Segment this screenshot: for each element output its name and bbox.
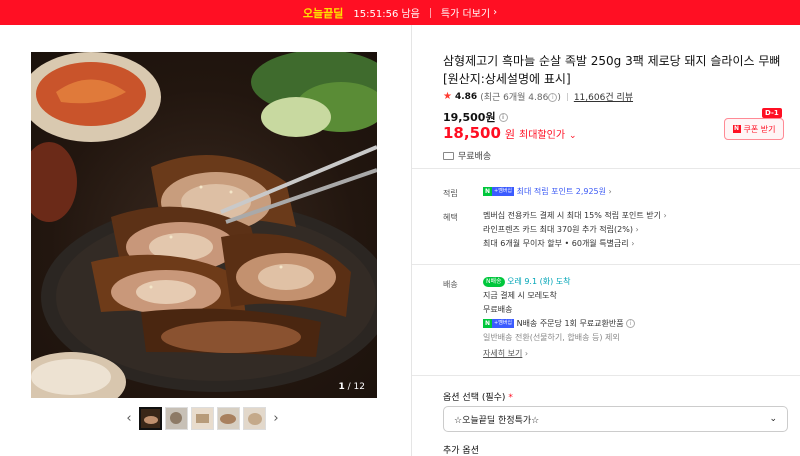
delivery-label: 배송: [443, 280, 458, 289]
info-icon[interactable]: i: [498, 112, 508, 122]
truck-icon: [443, 151, 454, 160]
sale-price-unit: 원: [504, 128, 516, 141]
deal-label: 오늘끝딜: [302, 6, 344, 20]
rating-score: 4.86: [454, 91, 478, 102]
option-select[interactable]: ☆오늘끝딜 한정특가☆ ⌄: [443, 406, 788, 432]
coupon-dday-tag: D-1: [762, 108, 782, 118]
option-select-label: 옵션 선택 (필수) *: [443, 390, 513, 403]
thumbnail-4[interactable]: [217, 407, 240, 430]
chevron-right-icon: ›: [635, 225, 639, 234]
product-title: 삼형제고기 흑마늘 순살 족발 250g 3팩 제로당 돼지 슬라이스 무뼈 […: [443, 54, 781, 86]
rating-divider: [566, 92, 568, 101]
jokbal-photo: [31, 52, 377, 398]
naver-membership-badge: N +멤버십: [483, 187, 515, 196]
info-icon[interactable]: i: [626, 319, 636, 328]
n-delivery-badge: N배송: [483, 276, 505, 287]
benefit-text: 최대 6개월 무이자 할부 • 60개월 특별금리: [483, 239, 629, 248]
page-total: / 12: [347, 382, 365, 392]
chevron-left-icon[interactable]: ‹: [122, 409, 136, 429]
thumbnail-2[interactable]: [165, 407, 188, 430]
benefit-item[interactable]: 최대 6개월 무이자 할부 • 60개월 특별금리 ›: [483, 237, 667, 251]
original-price-value: 19,500원: [443, 111, 496, 124]
rating-recent-text: (최근 6개월 4.86: [480, 93, 549, 103]
rating-row: ★ 4.86 (최근 6개월 4.86 i) 11,606건 리뷰: [443, 90, 633, 103]
rating-recent: (최근 6개월 4.86 i): [480, 90, 561, 103]
chevron-right-icon: ›: [663, 211, 667, 220]
additional-options-label: 추가 옵션: [443, 446, 479, 456]
top-deal-banner[interactable]: 오늘끝딜 15:51:56 남음 특가 더보기 ›: [0, 0, 800, 25]
coupon-button[interactable]: N 쿠폰 받기: [724, 118, 784, 140]
naver-n-icon: N: [483, 319, 493, 328]
thumbnail-3[interactable]: [191, 407, 214, 430]
free-return-text: N배송 주문당 1회 무료교환반품: [516, 319, 624, 328]
chevron-right-icon: ›: [524, 349, 529, 358]
delivery-more-row: 자세히 보기 ›: [483, 347, 635, 361]
thumbnail-1[interactable]: [139, 407, 162, 430]
reviews-link[interactable]: 11,606건 리뷰: [574, 90, 633, 103]
more-deals-link[interactable]: 특가 더보기 ›: [441, 5, 497, 20]
points-label: 적립: [443, 189, 458, 198]
arrival-date: 오레 9.1 (화) 도착: [507, 277, 571, 286]
benefit-text: 라인프렌즈 카드 최대 370원 추가 적립(2%): [483, 225, 633, 234]
required-mark: *: [508, 393, 513, 403]
benefit-item[interactable]: 멤버십 전용카드 결제 시 최대 15% 적립 포인트 받기 ›: [483, 209, 667, 223]
chevron-right-icon: ›: [631, 239, 635, 248]
rating-recent-close: ): [557, 93, 561, 103]
chevron-down-icon: ⌄: [769, 414, 777, 424]
page-current: 1: [338, 382, 345, 392]
deal-timer: 15:51:56 남음: [353, 9, 420, 20]
delivery-line: 무료배송: [483, 305, 513, 314]
free-return-row: N +멤버십 N배송 주문당 1회 무료교환반품 i: [483, 317, 636, 331]
chevron-right-icon[interactable]: ›: [269, 409, 283, 429]
thumbnail-strip: ‹ ›: [122, 407, 283, 430]
delivery-content: N배송 오레 9.1 (화) 도착 지금 결제 시 모레도착 무료배송 N +멤버…: [483, 275, 636, 361]
chevron-right-icon: ›: [493, 7, 498, 18]
original-price: 19,500원 i: [443, 109, 508, 125]
image-page-indicator: 1 / 12: [339, 382, 366, 392]
shipping-row: 무료배송: [443, 149, 491, 162]
thumbnail-5[interactable]: [243, 407, 266, 430]
info-icon[interactable]: i: [548, 93, 558, 102]
banner-divider: [429, 7, 431, 18]
membership-plus-badge: +멤버십: [492, 319, 515, 328]
delivery-line: 지금 결제 시 모레도착: [483, 291, 557, 300]
section-divider: [412, 168, 800, 169]
sale-price-row[interactable]: 18,500 원 최대할인가 ⌄: [443, 124, 577, 142]
benefits-list: 멤버십 전용카드 결제 시 최대 15% 적립 포인트 받기 › 라인프렌즈 카…: [483, 209, 667, 251]
section-divider: [412, 375, 800, 376]
section-divider: [412, 264, 800, 265]
more-deals-label: 특가 더보기: [440, 9, 491, 20]
benefit-text: 멤버십 전용카드 결제 시 최대 15% 적립 포인트 받기: [483, 211, 661, 220]
points-content[interactable]: N +멤버십 최대 적립 포인트 2,925원 ›: [483, 185, 612, 199]
benefits-label: 혜택: [443, 213, 458, 222]
membership-plus-badge: +멤버십: [492, 187, 515, 196]
star-icon: ★: [443, 91, 452, 102]
product-main-image[interactable]: 1 / 12: [31, 52, 377, 398]
delivery-details-link[interactable]: 자세히 보기: [483, 349, 522, 358]
points-text: 최대 적립 포인트 2,925원: [516, 187, 606, 196]
naver-n-icon: N: [483, 187, 493, 196]
delivery-arrival-row: N배송 오레 9.1 (화) 도착: [483, 275, 635, 289]
benefit-item[interactable]: 라인프렌즈 카드 최대 370원 추가 적립(2%) ›: [483, 223, 667, 237]
naver-membership-badge: N +멤버십: [483, 319, 515, 328]
chevron-right-icon: ›: [608, 187, 612, 196]
max-discount-label: 최대할인가: [519, 130, 566, 141]
chevron-down-icon: ⌄: [569, 131, 577, 141]
option-label-text: 옵션 선택 (필수): [443, 393, 506, 403]
sale-price: 18,500: [443, 124, 501, 142]
delivery-note: 일반배송 전환(선물하기, 합배송 등) 제외: [483, 333, 620, 342]
shipping-text: 무료배송: [458, 152, 492, 162]
coupon-label: 쿠폰 받기: [743, 124, 776, 134]
product-gallery: 1 / 12 ‹ ›: [0, 25, 412, 456]
option-select-value: ☆오늘끝딜 한정특가☆: [454, 415, 540, 426]
naver-n-icon: N: [732, 125, 741, 133]
